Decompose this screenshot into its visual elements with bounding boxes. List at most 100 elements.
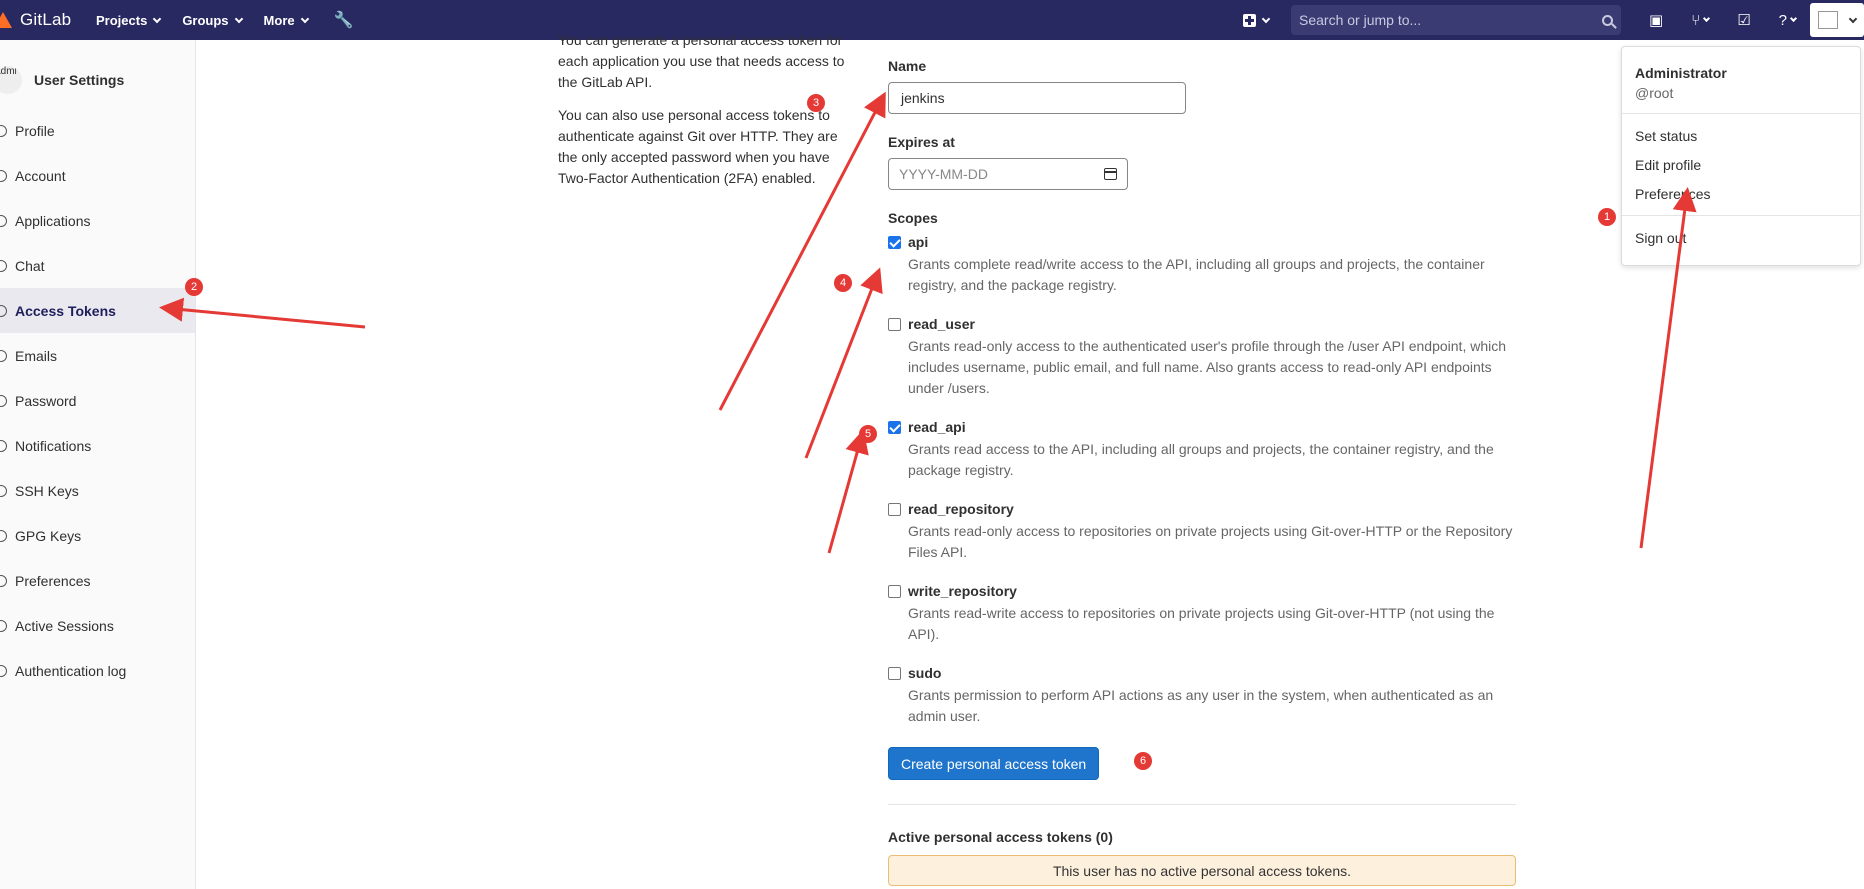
description-paragraph-1: You can generate a personal access token… [558,32,845,90]
settings-sidebar: Admi User Settings Profile Account Appli… [0,40,196,889]
tanuki-icon [0,12,12,28]
sidebar-item-account[interactable]: Account [0,153,195,198]
annotation-marker: 6 [1134,752,1152,770]
scope-read-api-checkbox[interactable] [888,421,901,434]
monitor-icon [0,619,7,632]
scope-name[interactable]: read_api [908,419,1518,435]
sidebar-item-label: Preferences [15,572,91,589]
preferences-icon [0,574,7,587]
groups-menu[interactable]: Groups [182,0,243,40]
plus-icon [1243,13,1256,27]
help-icon[interactable]: ? [1779,12,1798,29]
scope-api-checkbox[interactable] [888,236,901,249]
scope-name[interactable]: api [908,234,1518,250]
scope-name[interactable]: write_repository [908,583,1518,599]
more-menu[interactable]: More [264,0,309,40]
scope-description: Grants permission to perform API actions… [908,687,1494,724]
chevron-down-icon [300,14,309,23]
key-icon [0,484,7,497]
sidebar-item-authentication-log[interactable]: Authentication log [0,648,195,693]
applications-icon [0,214,7,227]
chevron-down-icon [1703,14,1711,23]
annotation-marker: 5 [859,425,877,443]
scope-name[interactable]: read_user [908,316,1518,332]
arrow-to-read-api-scope [827,429,869,554]
todos-icon[interactable]: ☑ [1737,11,1750,29]
sidebar-item-label: GPG Keys [15,527,82,544]
set-status-item[interactable]: Set status [1622,122,1860,151]
sidebar-item-label: Active Sessions [15,617,114,634]
sidebar-header[interactable]: Admi User Settings [0,52,195,108]
sidebar-item-profile[interactable]: Profile [0,108,195,153]
sidebar-item-emails[interactable]: Emails [0,333,195,378]
scope-read-repository: read_repository Grants read-only access … [888,501,1516,563]
token-icon [0,304,7,317]
create-token-button[interactable]: Create personal access token [888,747,1100,780]
account-icon [0,169,7,182]
no-tokens-alert: This user has no active personal access … [888,855,1516,886]
chevron-down-icon [153,14,162,23]
scope-read-repository-checkbox[interactable] [888,503,901,516]
lock-icon [0,394,7,407]
sidebar-item-applications[interactable]: Applications [0,198,195,243]
divider [1622,113,1860,114]
description-paragraph-2: You can also use personal access tokens … [558,107,838,186]
sidebar-item-label: Authentication log [15,662,127,679]
access-tokens-description: You can generate a personal access token… [558,30,858,201]
chevron-down-icon [1848,14,1858,23]
mail-icon [0,349,7,362]
annotation-marker: 1 [1598,208,1616,226]
sidebar-item-active-sessions[interactable]: Active Sessions [0,603,195,648]
sidebar-item-preferences[interactable]: Preferences [0,558,195,603]
scope-description: Grants read access to the API, including… [908,441,1494,478]
sidebar-item-label: Profile [15,122,55,139]
sidebar-item-label: Password [15,392,77,409]
chevron-down-icon [234,14,243,23]
sidebar-item-label: Notifications [15,437,92,454]
gitlab-logo[interactable]: GitLab [0,10,96,30]
new-dropdown-button[interactable] [1243,13,1271,27]
merge-requests-icon[interactable]: ⑂ [1691,12,1711,29]
sidebar-item-gpg-keys[interactable]: GPG Keys [0,513,195,558]
scope-sudo: sudo Grants permission to perform API ac… [888,665,1516,727]
preferences-item[interactable]: Preferences [1622,180,1860,209]
sidebar-item-notifications[interactable]: Notifications [0,423,195,468]
projects-menu[interactable]: Projects [96,0,162,40]
calendar-icon[interactable] [1104,168,1117,180]
edit-profile-item[interactable]: Edit profile [1622,151,1860,180]
scope-name[interactable]: read_repository [908,501,1518,517]
admin-wrench-icon[interactable]: 🔧 [334,0,354,40]
expires-at-input[interactable]: YYYY-MM-DD [888,158,1128,190]
user-avatar-button[interactable] [1810,3,1864,37]
sign-out-item[interactable]: Sign out [1622,224,1860,253]
sidebar-item-access-tokens[interactable]: Access Tokens [0,288,195,333]
issues-icon[interactable]: ▣ [1649,11,1663,29]
scope-name[interactable]: sudo [908,665,1518,681]
annotation-marker: 2 [185,278,203,296]
sidebar-item-chat[interactable]: Chat [0,243,195,288]
scope-sudo-checkbox[interactable] [888,667,901,680]
user-dropdown-menu: Administrator @root Set status Edit prof… [1621,46,1861,266]
brand-name: GitLab [20,10,72,29]
key-icon [0,529,7,542]
avatar [1818,11,1838,29]
expires-placeholder: YYYY-MM-DD [899,166,988,182]
scope-read-user-checkbox[interactable] [888,318,901,331]
token-name-input[interactable]: jenkins [888,82,1186,114]
dropdown-username: @root [1635,85,1674,101]
scope-write-repository-checkbox[interactable] [888,585,901,598]
sidebar-title: User Settings [34,72,125,88]
chat-icon [0,259,7,272]
search-input[interactable]: Search or jump to... [1291,5,1621,35]
scope-description: Grants read-only access to repositories … [908,523,1513,560]
expires-label: Expires at [888,134,955,150]
bell-icon [0,439,7,452]
top-navbar: GitLab Projects Groups More 🔧 Search or … [0,0,1864,40]
sidebar-avatar: Admi [0,66,22,94]
sidebar-item-password[interactable]: Password [0,378,195,423]
scope-description: Grants read-write access to repositories… [908,605,1495,642]
annotation-marker: 3 [807,94,825,112]
groups-menu-label: Groups [182,12,229,28]
sidebar-item-label: SSH Keys [15,482,79,499]
sidebar-item-ssh-keys[interactable]: SSH Keys [0,468,195,513]
